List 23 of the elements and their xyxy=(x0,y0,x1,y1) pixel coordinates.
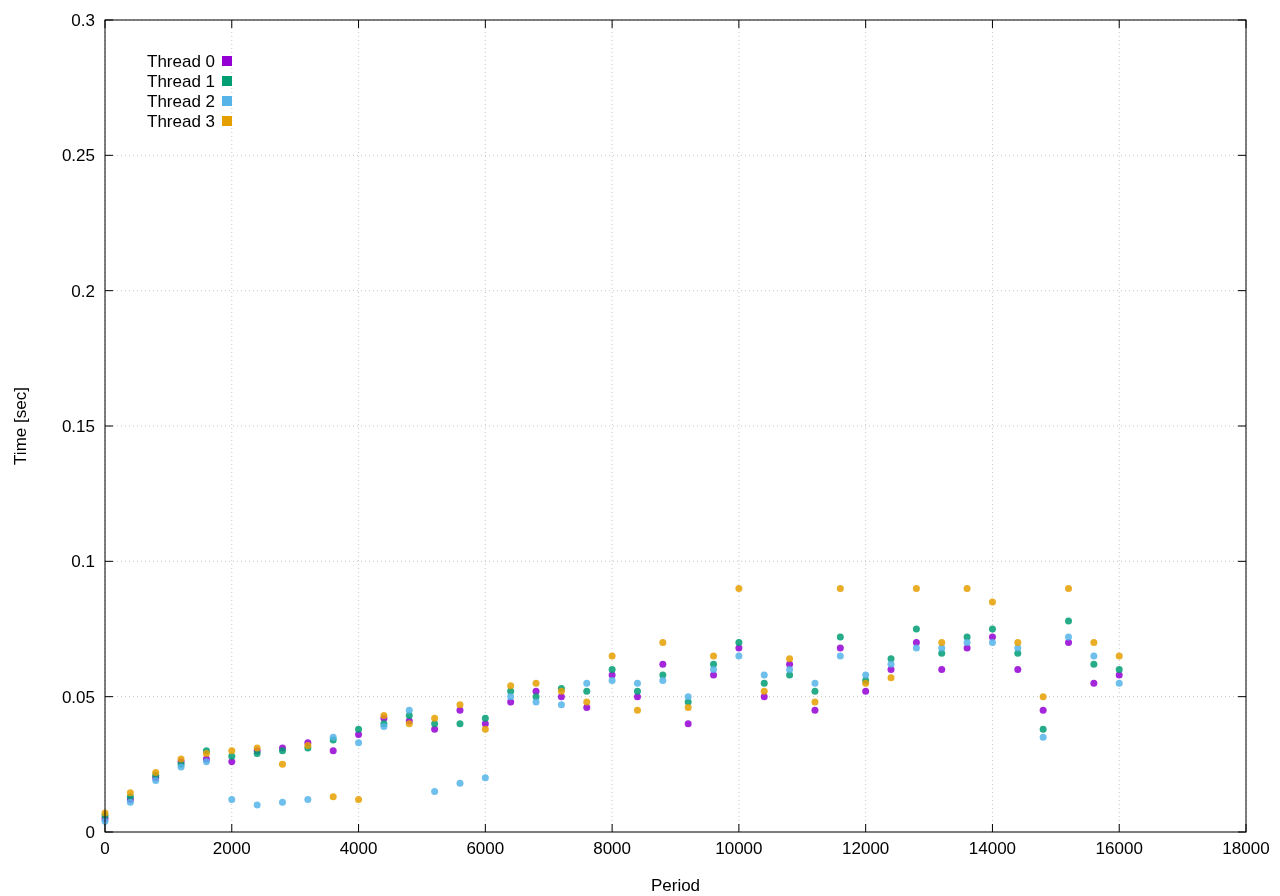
y-tick-label: 0.25 xyxy=(61,146,95,166)
x-tick-label: 2000 xyxy=(212,839,251,858)
legend-label: Thread 0 xyxy=(147,52,216,71)
x-tick-label: 6000 xyxy=(466,839,505,858)
x-tick-label: 14000 xyxy=(968,839,1017,858)
x-tick-label: 16000 xyxy=(1095,839,1143,858)
x-tick-label: 0 xyxy=(100,839,110,858)
y-tick-label: 0.1 xyxy=(71,552,95,572)
y-tick-label: 0.05 xyxy=(61,687,95,707)
x-axis-title: Period xyxy=(650,876,701,895)
legend-label: Thread 1 xyxy=(147,72,216,91)
x-tick-label: 12000 xyxy=(842,839,890,858)
y-tick-label: 0 xyxy=(85,823,95,842)
x-tick-label: 18000 xyxy=(1222,839,1270,858)
legend-label: Thread 3 xyxy=(147,112,216,131)
x-tick-label: 4000 xyxy=(339,839,378,858)
y-tick-label: 0.15 xyxy=(61,417,95,436)
legend-label: Thread 2 xyxy=(147,92,216,111)
y-axis-title: Time [sec] xyxy=(11,387,30,465)
x-tick-label: 8000 xyxy=(593,839,632,858)
y-tick-label: 0.3 xyxy=(71,11,95,30)
y-tick-label: 0.2 xyxy=(71,281,95,301)
x-tick-label: 10000 xyxy=(715,839,763,858)
